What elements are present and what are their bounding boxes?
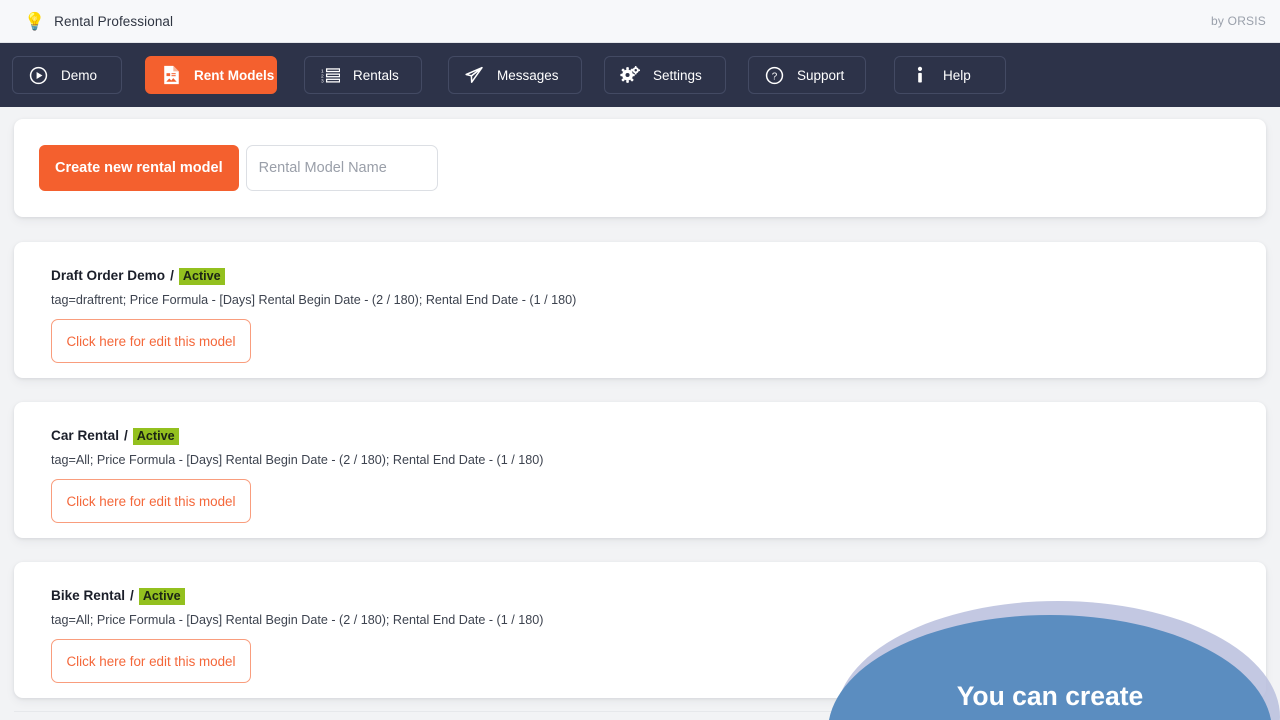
- rental-model-card: Car Rental / Active tag=All; Price Formu…: [14, 402, 1266, 538]
- edit-model-button[interactable]: Click here for edit this model: [51, 479, 251, 524]
- document-icon: [161, 65, 181, 85]
- nav-item-messages-label: Messages: [497, 67, 559, 83]
- nav-item-help-label: Help: [943, 67, 971, 83]
- question-circle-icon: ?: [764, 65, 784, 85]
- svg-text:?: ?: [771, 71, 777, 82]
- nav-item-settings[interactable]: Settings: [604, 56, 726, 94]
- app-title: Rental Professional: [54, 13, 174, 29]
- bottom-divider: [14, 711, 1266, 712]
- nav-item-demo-label: Demo: [61, 67, 98, 83]
- nav-item-demo[interactable]: Demo: [12, 56, 122, 94]
- rental-model-meta: tag=draftrent; Price Formula - [Days] Re…: [51, 293, 577, 308]
- create-model-panel: Create new rental model: [14, 119, 1266, 217]
- nav-item-settings-label: Settings: [653, 67, 702, 83]
- play-circle-icon: [28, 65, 48, 85]
- rental-model-name: Draft Order Demo: [51, 268, 166, 283]
- rental-model-name: Car Rental: [51, 428, 119, 443]
- svg-text:1: 1: [321, 68, 324, 74]
- rental-model-title: Draft Order Demo / Active: [51, 268, 1266, 286]
- main-navigation: Demo Rent Models 1 2 3 Rentals Messages …: [0, 43, 1280, 107]
- ordered-list-icon: 1 2 3: [320, 65, 340, 85]
- edit-model-button[interactable]: Click here for edit this model: [51, 319, 251, 364]
- top-bar: 💡 Rental Professional by ORSIS: [0, 0, 1280, 43]
- info-icon: [910, 65, 930, 85]
- title-separator: /: [170, 268, 174, 283]
- nav-item-support-label: Support: [797, 67, 845, 83]
- gears-icon: [620, 65, 640, 85]
- paper-plane-icon: [464, 65, 484, 85]
- rental-model-card: Bike Rental / Active tag=All; Price Form…: [14, 562, 1266, 698]
- nav-item-support[interactable]: ? Support: [748, 56, 866, 94]
- svg-text:2: 2: [321, 73, 324, 79]
- edit-model-button[interactable]: Click here for edit this model: [51, 639, 251, 684]
- nav-item-rentals[interactable]: 1 2 3 Rentals: [304, 56, 422, 94]
- brand: 💡 Rental Professional: [24, 13, 173, 30]
- rental-model-title: Car Rental / Active: [51, 428, 1266, 446]
- nav-item-rentals-label: Rentals: [353, 67, 399, 83]
- status-badge: Active: [138, 588, 185, 606]
- rental-model-meta: tag=All; Price Formula - [Days] Rental B…: [51, 453, 544, 468]
- lightbulb-icon: 💡: [24, 11, 46, 31]
- rental-model-card: Draft Order Demo / Active tag=draftrent;…: [14, 242, 1266, 378]
- status-badge: Active: [132, 428, 179, 446]
- create-new-rental-model-button[interactable]: Create new rental model: [39, 145, 239, 191]
- nav-item-help[interactable]: Help: [894, 56, 1006, 94]
- svg-text:3: 3: [321, 78, 324, 83]
- status-badge: Active: [178, 268, 225, 286]
- rental-model-title: Bike Rental / Active: [51, 588, 1266, 606]
- vendor-byline: by ORSIS: [1211, 14, 1266, 28]
- callout-line-2: or update all models: [921, 714, 1179, 720]
- title-separator: /: [130, 588, 134, 603]
- rental-model-name-input[interactable]: [245, 145, 438, 191]
- main-content: Create new rental model Draft Order Demo…: [0, 107, 1280, 720]
- nav-item-messages[interactable]: Messages: [448, 56, 582, 94]
- nav-item-rent-models[interactable]: Rent Models: [145, 56, 277, 94]
- rental-model-meta: tag=All; Price Formula - [Days] Rental B…: [51, 613, 544, 628]
- nav-item-rent-models-label: Rent Models: [194, 67, 275, 83]
- rental-model-name: Bike Rental: [51, 588, 126, 603]
- title-separator: /: [124, 428, 128, 443]
